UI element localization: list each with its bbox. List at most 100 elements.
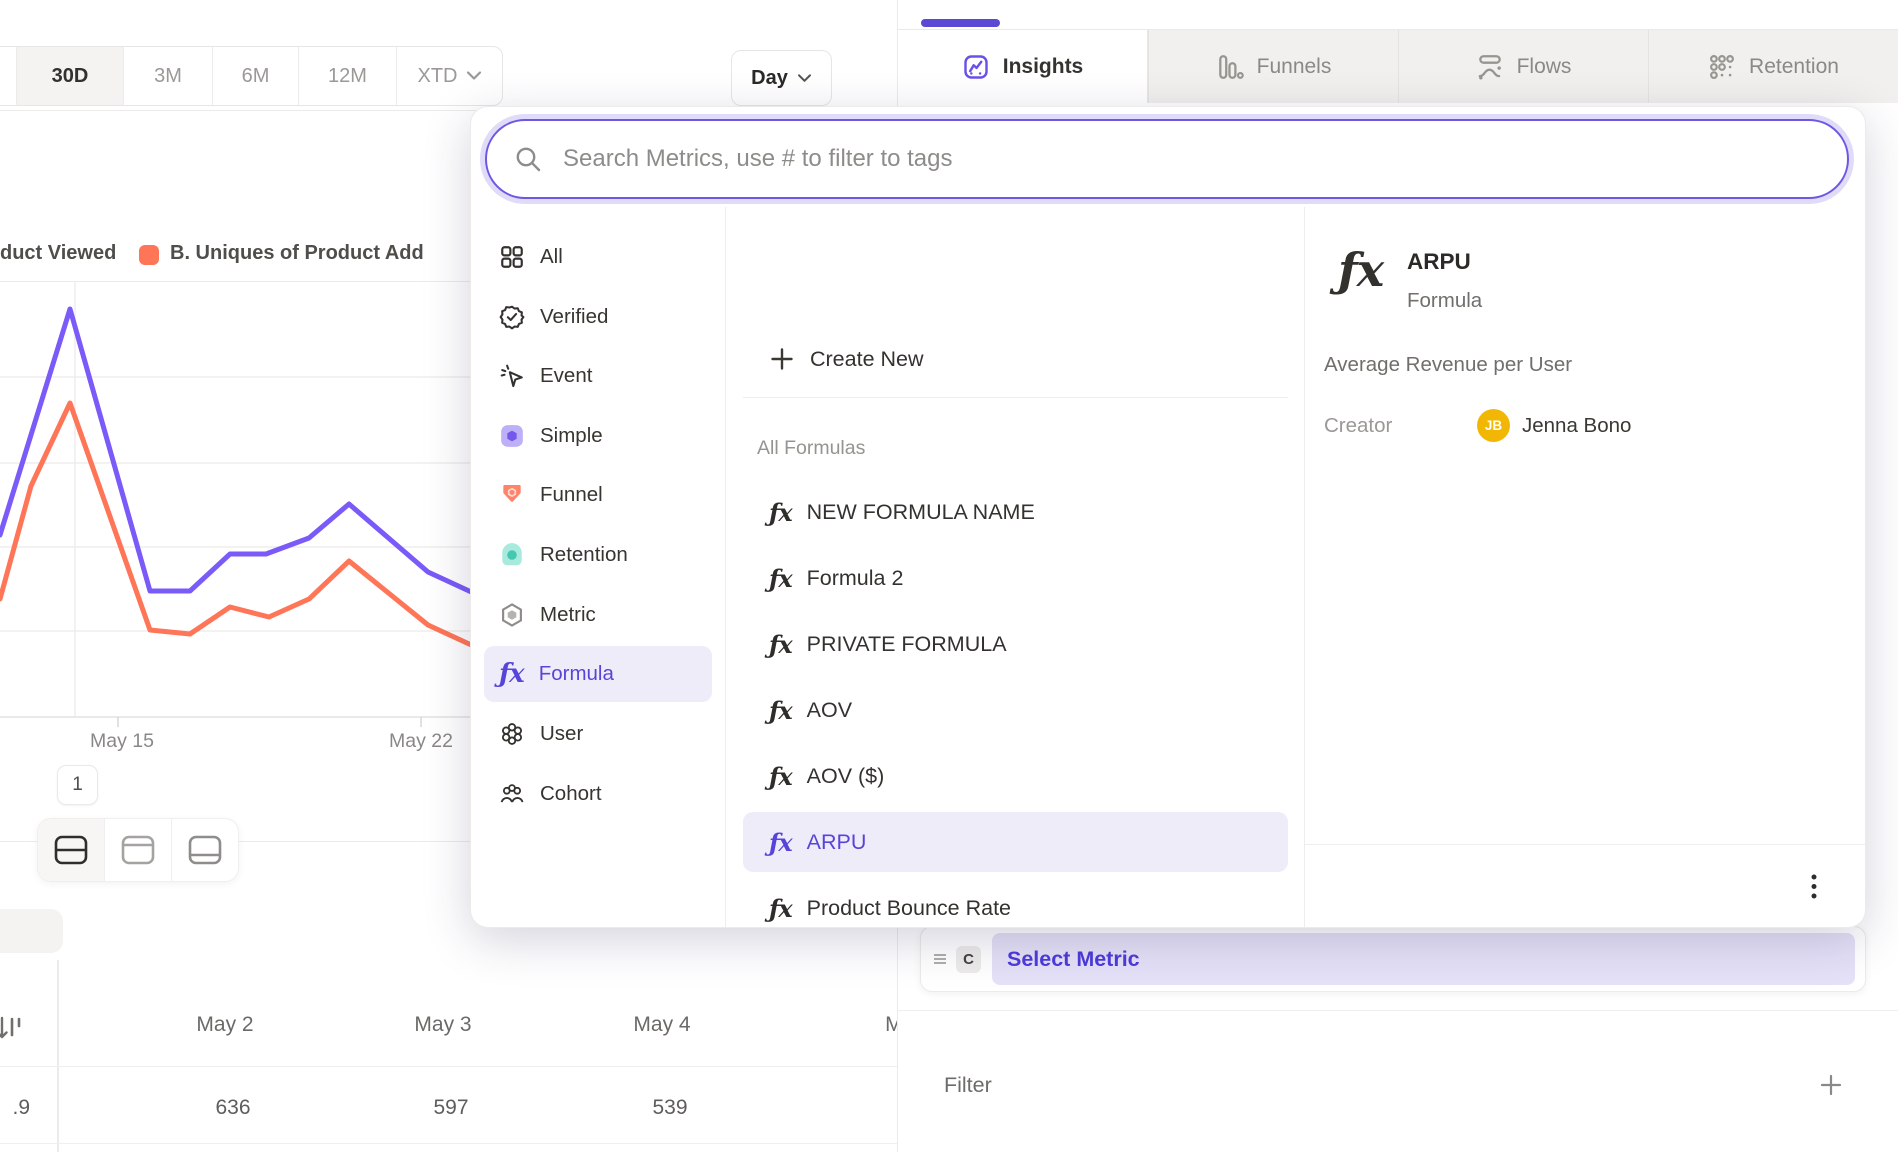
- formula-item-label: AOV: [807, 698, 852, 723]
- metric-row-card: C Select Metric: [920, 926, 1866, 992]
- x-axis-label: May 15: [67, 730, 177, 753]
- tab-funnels[interactable]: Funnels: [1148, 30, 1398, 103]
- frozen-column-divider: [57, 960, 59, 1152]
- granularity-dropdown[interactable]: Day: [731, 50, 832, 106]
- tab-flows[interactable]: Flows: [1398, 30, 1648, 103]
- add-filter-button[interactable]: [1818, 1072, 1844, 1098]
- formula-item-label: Formula 2: [807, 566, 904, 591]
- page-number-chip[interactable]: 1: [57, 765, 98, 805]
- formula-item-label: ARPU: [807, 830, 867, 855]
- create-new-button[interactable]: Create New: [743, 329, 1288, 389]
- layout-chart-only-button[interactable]: [104, 819, 171, 881]
- x-axis-label: May 22: [366, 730, 476, 753]
- search-input[interactable]: [561, 144, 1847, 174]
- formula-list-panel: Create New All Formulas ƒxNEW FORMULA NA…: [725, 207, 1305, 927]
- sidebar-item-simple[interactable]: Simple: [484, 408, 712, 464]
- time-range-6m-button[interactable]: 6M: [212, 47, 298, 105]
- time-range-xtd-button[interactable]: XTD: [396, 47, 502, 105]
- sidebar-item-retention[interactable]: Retention: [484, 527, 712, 583]
- table-header[interactable]: May: [840, 1013, 897, 1037]
- search-bar: [485, 119, 1849, 199]
- sidebar-item-user[interactable]: User: [484, 706, 712, 762]
- detail-type: Formula: [1407, 289, 1482, 313]
- formula-item[interactable]: ƒxPRIVATE FORMULA: [743, 614, 1288, 674]
- retention-icon: [1708, 53, 1736, 81]
- retention-metric-icon: [499, 542, 525, 568]
- sidebar-item-metric[interactable]: Metric: [484, 587, 712, 643]
- event-cursor-icon: [499, 363, 525, 389]
- metric-picker-modal: All Verified Event Simple Funnel Retenti…: [470, 106, 1866, 928]
- table-tab-chip[interactable]: [0, 909, 63, 953]
- time-range-cut-button[interactable]: [0, 47, 16, 105]
- formula-item[interactable]: ƒxProduct Bounce Rate: [743, 878, 1288, 928]
- formula-icon: ƒx: [769, 762, 792, 791]
- formula-icon: ƒx: [769, 828, 792, 857]
- chevron-down-icon: [797, 73, 812, 84]
- divider: [0, 1066, 897, 1067]
- plus-icon: [769, 346, 795, 372]
- table-header[interactable]: May 4: [597, 1013, 727, 1037]
- detail-description: Average Revenue per User: [1324, 353, 1572, 377]
- drag-handle-icon[interactable]: [933, 953, 947, 965]
- formula-item-arpu-selected[interactable]: ƒx ARPU: [743, 812, 1288, 872]
- sidebar-item-all[interactable]: All: [484, 229, 712, 285]
- divider: [743, 397, 1288, 398]
- time-range-3m-button[interactable]: 3M: [123, 47, 212, 105]
- formula-item-label: PRIVATE FORMULA: [807, 632, 1007, 657]
- sidebar-item-label: All: [540, 245, 563, 269]
- search-icon: [513, 144, 543, 174]
- formula-icon: ƒx: [1338, 243, 1383, 297]
- user-cluster-icon: [499, 721, 525, 747]
- creator-label: Creator: [1324, 414, 1392, 438]
- table-header[interactable]: May 2: [160, 1013, 290, 1037]
- more-options-button[interactable]: [1802, 869, 1826, 905]
- sidebar-item-cohort[interactable]: Cohort: [484, 766, 712, 822]
- chevron-down-icon: [466, 70, 482, 82]
- formula-item[interactable]: ƒx Formula 2: [743, 548, 1288, 608]
- active-tab-indicator: [921, 19, 1000, 27]
- formula-icon: ƒx: [499, 659, 524, 689]
- tab-insights[interactable]: Insights: [898, 30, 1148, 103]
- cohort-people-icon: [499, 781, 525, 807]
- create-new-label: Create New: [810, 347, 924, 372]
- layout-table-only-button[interactable]: [171, 819, 238, 881]
- creator-name: Jenna Bono: [1522, 414, 1631, 438]
- verified-badge-icon: [499, 304, 525, 330]
- legend-series-a-label[interactable]: duct Viewed: [0, 242, 116, 265]
- divider: [898, 1010, 1898, 1011]
- select-metric-button[interactable]: Select Metric: [992, 933, 1855, 985]
- legend-series-b-label[interactable]: B. Uniques of Product Add: [170, 242, 424, 265]
- divider: [0, 1143, 897, 1144]
- layout-split-view-button[interactable]: [38, 819, 104, 881]
- funnel-metric-icon: [499, 482, 525, 508]
- list-section-header: All Formulas: [757, 437, 865, 460]
- filter-section-label: Filter: [944, 1073, 992, 1098]
- legend-series-b-swatch: [139, 245, 159, 265]
- formula-item[interactable]: ƒxNEW FORMULA NAME: [743, 482, 1288, 542]
- formula-icon: ƒx: [769, 894, 792, 923]
- sidebar-item-formula[interactable]: ƒx Formula: [484, 646, 712, 702]
- time-range-12m-button[interactable]: 12M: [298, 47, 396, 105]
- sidebar-item-label: Retention: [540, 543, 628, 567]
- sidebar-item-event[interactable]: Event: [484, 348, 712, 404]
- sidebar-item-label: Verified: [540, 305, 608, 329]
- sort-descending-icon[interactable]: [0, 1013, 24, 1045]
- formula-item-label: AOV ($): [807, 764, 885, 789]
- formula-item[interactable]: ƒx AOV ($): [743, 746, 1288, 806]
- sidebar-item-label: Simple: [540, 424, 603, 448]
- formula-icon: ƒx: [769, 564, 792, 593]
- sidebar-item-verified[interactable]: Verified: [484, 289, 712, 345]
- simple-metric-icon: [499, 423, 525, 449]
- series-b-line: [0, 403, 480, 649]
- flows-icon: [1476, 53, 1504, 81]
- tab-retention-label: Retention: [1749, 55, 1839, 79]
- formula-item[interactable]: ƒxAOV: [743, 680, 1288, 740]
- sidebar-item-funnel[interactable]: Funnel: [484, 467, 712, 523]
- divider: [1304, 844, 1865, 845]
- table-header[interactable]: May 3: [378, 1013, 508, 1037]
- tab-retention[interactable]: Retention: [1648, 30, 1898, 103]
- time-range-30d-button[interactable]: 30D: [16, 47, 123, 105]
- insights-icon: [962, 53, 990, 81]
- sidebar-item-label: User: [540, 722, 583, 746]
- sidebar-item-label: Event: [540, 364, 592, 388]
